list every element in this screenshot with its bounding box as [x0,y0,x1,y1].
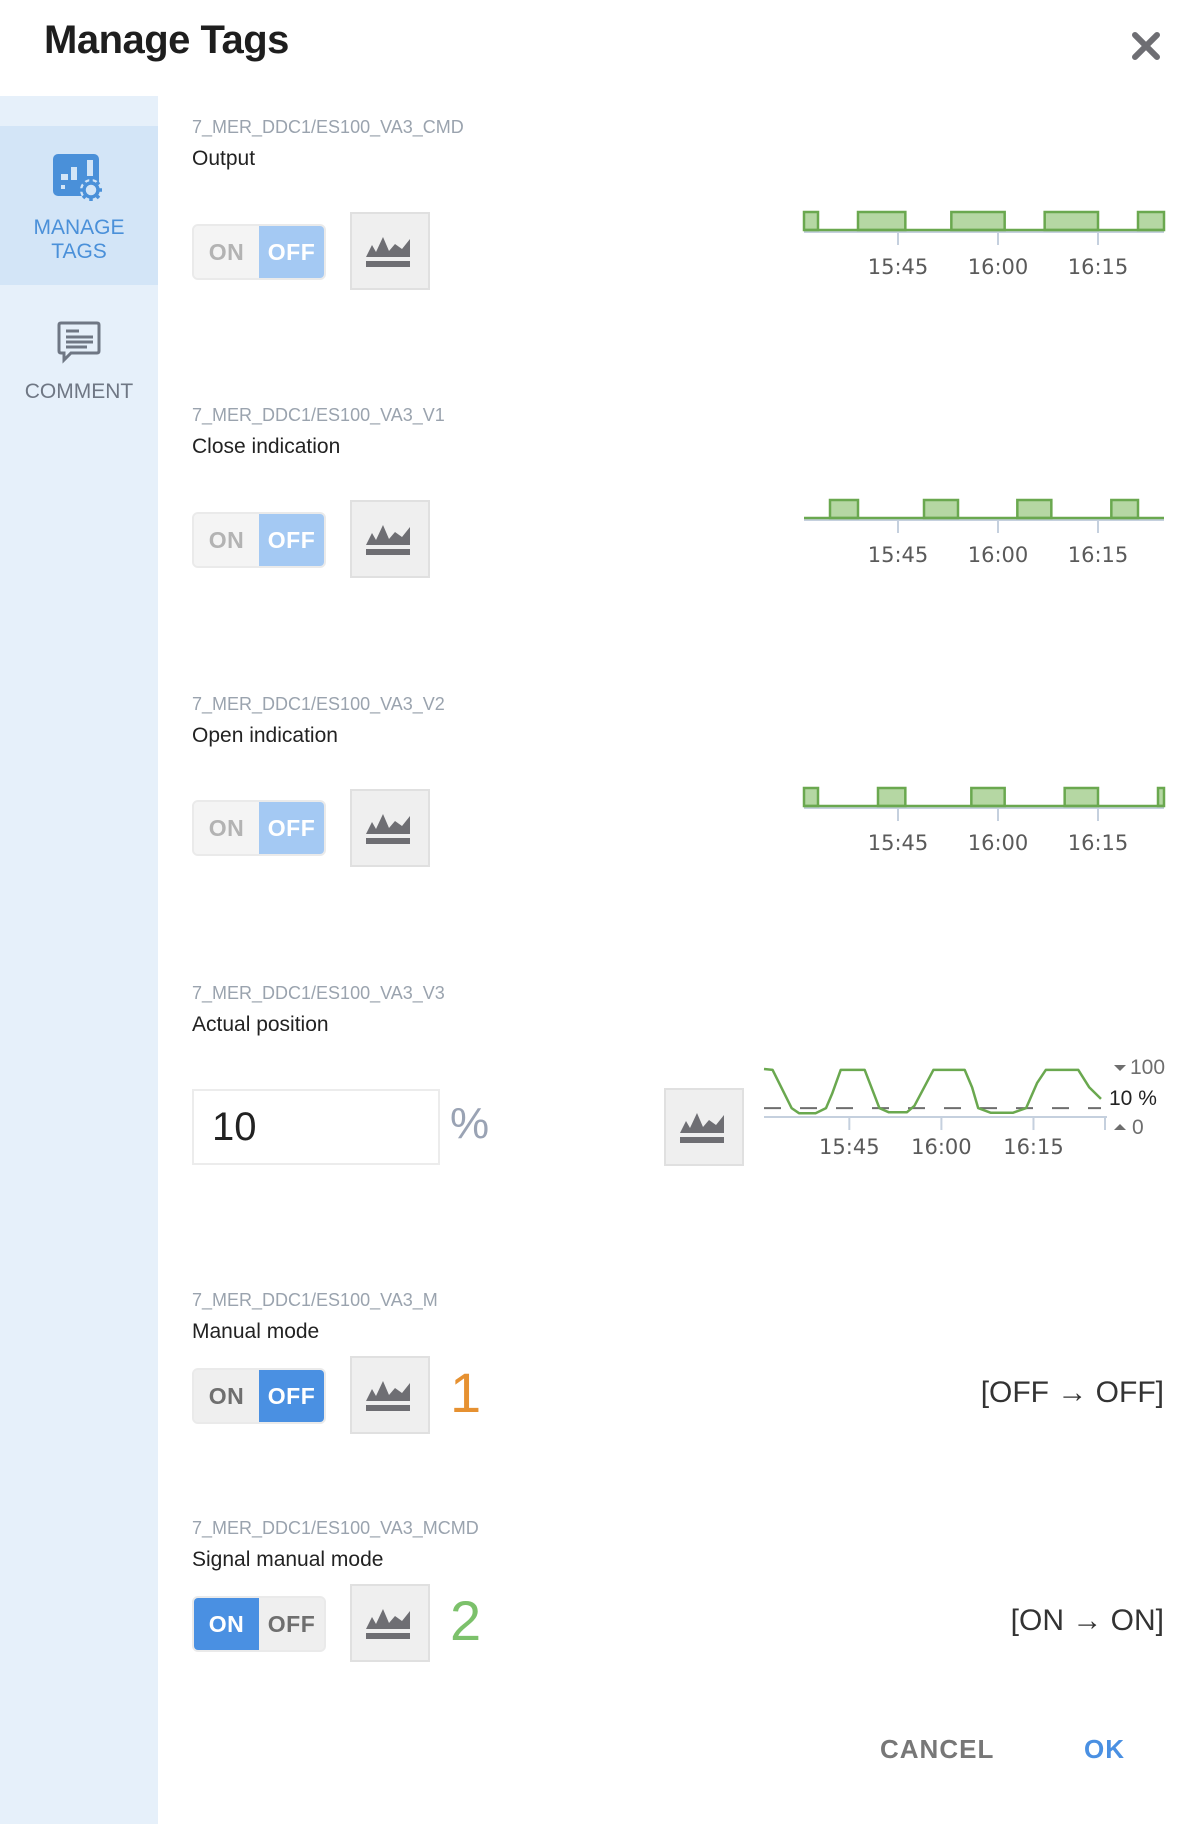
x-tick-label: 15:45 [868,831,929,855]
pulse-bar [1016,498,1053,520]
toggle-on[interactable]: ON [194,1598,259,1650]
value-transition: [ON → ON] [1010,1604,1164,1637]
trend-button[interactable] [350,1356,430,1434]
x-tick-label: 16:00 [968,831,1029,855]
current-value-label: 10 % [1109,1087,1157,1110]
output-trend-chart: 15:45 16:00 16:15 [802,210,1166,279]
pulse-bar [828,498,860,520]
toggle-off[interactable]: OFF [259,1370,324,1422]
max-marker-icon [1114,1065,1126,1071]
toggle-on[interactable]: ON [194,514,259,566]
ok-button[interactable]: OK [1084,1734,1125,1765]
manage-tags-icon [53,154,102,201]
x-tick-label: 16:00 [968,255,1029,279]
toggle-off[interactable]: OFF [259,1598,324,1650]
pulse-bar [802,210,820,232]
area-chart-icon [680,1113,724,1143]
pulse-bar [1156,786,1166,808]
sidebar-item-manage-tags[interactable]: MANAGE TAGS [0,126,158,285]
x-tick-label: 15:45 [819,1135,880,1159]
tag-name: 7_MER_DDC1/ES100_VA3_M [192,1290,438,1310]
signal-manual-mode-toggle[interactable]: ON OFF [192,1596,326,1652]
close-icon [1132,32,1160,60]
value-transition: [OFF → OFF] [980,1376,1164,1409]
area-chart-icon [366,814,410,844]
x-tick-label: 16:15 [1068,543,1129,567]
sidebar-item-label: TAGS [51,240,107,263]
trend-button[interactable] [350,789,430,867]
position-line [763,1067,1102,1115]
tag-name: 7_MER_DDC1/ES100_VA3_V3 [192,983,445,1003]
pulse-bar [802,786,820,808]
area-chart-icon [366,525,410,555]
toggle-off[interactable]: OFF [259,802,324,854]
pulse-bar [1110,498,1140,520]
unit-label: % [450,1099,490,1148]
y-min-label: 0 [1132,1116,1144,1139]
y-max-label: 100 [1130,1056,1165,1079]
actual-position-trend-chart: 15:45 16:00 16:15 100 10 % 0 [763,1056,1165,1159]
trend-button[interactable] [350,1584,430,1662]
pulse-bar [950,210,1006,232]
open-indication-trend-chart: 15:45 16:00 16:15 [802,786,1166,855]
cancel-button[interactable]: CANCEL [880,1734,994,1765]
area-chart-icon [366,1609,410,1639]
tag-label: Open indication [192,724,338,747]
pulse-bar [1043,210,1100,232]
toggle-off[interactable]: OFF [259,226,324,278]
pulse-bar [1136,210,1166,232]
open-indication-toggle[interactable]: ON OFF [192,800,326,856]
close-button[interactable] [1126,26,1166,66]
change-index: 1 [450,1361,482,1424]
sidebar-item-label: COMMENT [24,380,134,403]
close-indication-toggle[interactable]: ON OFF [192,512,326,568]
x-tick-label: 16:15 [1068,255,1129,279]
x-tick-label: 16:00 [968,543,1029,567]
change-index: 2 [450,1589,482,1652]
tag-name: 7_MER_DDC1/ES100_VA3_V2 [192,694,445,714]
x-tick-label: 15:45 [868,255,929,279]
pulse-bar [922,498,960,520]
tag-name: 7_MER_DDC1/ES100_VA3_MCMD [192,1518,479,1538]
min-marker-icon [1114,1124,1126,1130]
pulse-bar [1063,786,1100,808]
area-chart-icon [366,1381,410,1411]
close-indication-trend-chart: 15:45 16:00 16:15 [804,498,1164,567]
tag-label: Signal manual mode [192,1548,384,1571]
actual-position-input[interactable] [192,1089,440,1165]
tag-name: 7_MER_DDC1/ES100_VA3_V1 [192,405,445,425]
toggle-on[interactable]: ON [194,802,259,854]
pulse-bar [856,210,907,232]
tag-label: Close indication [192,435,341,458]
sidebar-item-comment[interactable]: COMMENT [0,318,158,438]
toggle-on[interactable]: ON [194,1370,259,1422]
toggle-on[interactable]: ON [194,226,259,278]
tag-label: Manual mode [192,1320,320,1343]
toggle-off[interactable]: OFF [259,514,324,566]
output-toggle[interactable]: ON OFF [192,224,326,280]
pulse-bar [970,786,1006,808]
pulse-bar [876,786,907,808]
sidebar-item-label: MANAGE [33,216,125,239]
tag-name: 7_MER_DDC1/ES100_VA3_CMD [192,117,464,137]
area-chart-icon [366,237,410,267]
x-tick-label: 16:15 [1003,1135,1064,1159]
tag-label: Output [192,147,256,170]
x-tick-label: 16:00 [911,1135,972,1159]
trend-button[interactable] [664,1088,744,1166]
manual-mode-toggle[interactable]: ON OFF [192,1368,326,1424]
tag-label: Actual position [192,1013,329,1036]
x-tick-label: 16:15 [1068,831,1129,855]
x-tick-label: 15:45 [868,543,929,567]
sidebar: MANAGE TAGS COMMENT [0,96,158,1824]
dialog-title: Manage Tags [44,18,289,62]
trend-button[interactable] [350,500,430,578]
comment-icon [57,321,101,364]
trend-button[interactable] [350,212,430,290]
